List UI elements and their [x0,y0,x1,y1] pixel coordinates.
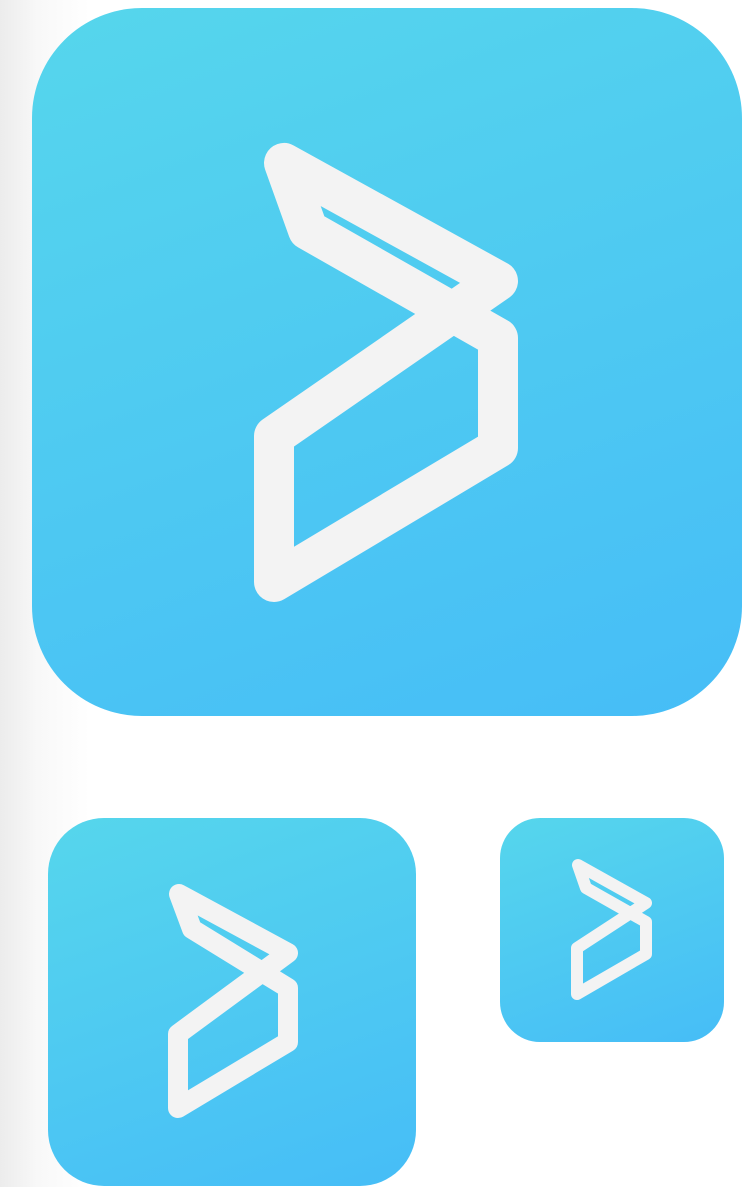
app-icon-large [32,8,742,716]
app-icon-small [500,818,724,1042]
app-icon-medium [48,818,416,1186]
play-chevron-logo-icon [254,143,518,602]
play-chevron-logo-icon [571,859,652,1000]
play-chevron-logo-icon [168,884,298,1118]
app-icon-sheet: { "icons": [ {"id": "large", "icon": "pl… [0,0,748,1187]
